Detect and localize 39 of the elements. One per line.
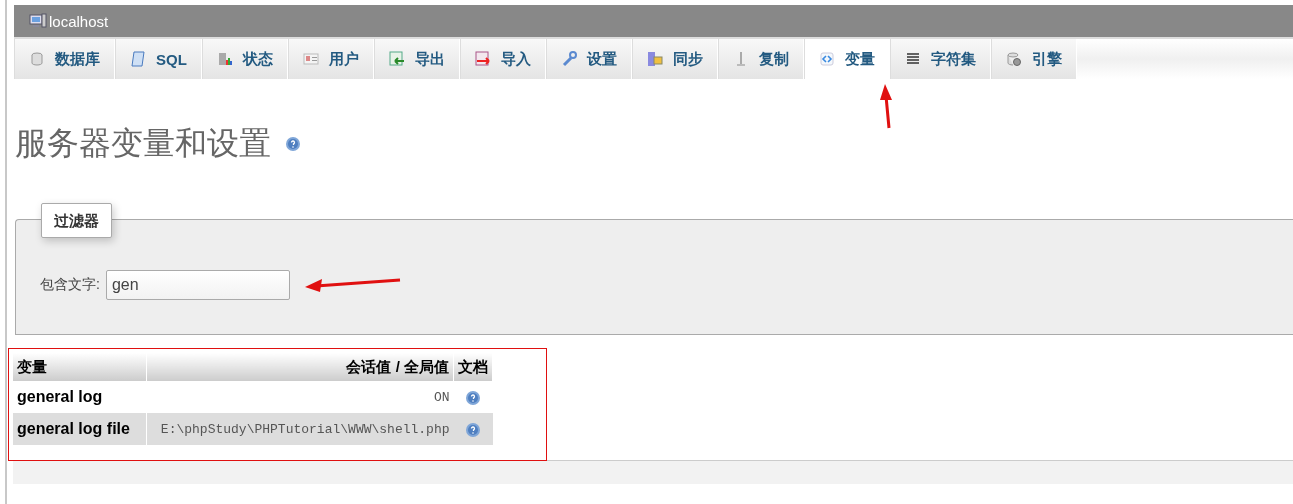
monitor-icon — [29, 13, 47, 29]
tab[interactable]: 变量 — [803, 39, 890, 79]
filter-legend: 过滤器 — [41, 203, 112, 238]
code-icon — [818, 51, 835, 67]
database-icon — [29, 51, 45, 67]
bar-chart-icon — [216, 51, 233, 67]
list-icon — [904, 51, 921, 67]
sync-icon — [646, 51, 663, 67]
variable-name: general log file — [13, 413, 147, 445]
scroll-icon — [130, 51, 146, 67]
tab[interactable]: SQL — [115, 39, 202, 79]
column-header[interactable]: 变量 — [13, 353, 147, 381]
page-heading: 服务器变量和设置 — [15, 124, 271, 163]
variable-value: E:\phpStudy\PHPTutorial\WWW\shell.php — [146, 413, 454, 445]
tab[interactable]: 用户 — [287, 39, 374, 79]
filter-input[interactable]: gen — [105, 270, 290, 300]
import-icon — [474, 51, 491, 67]
tab[interactable]: 导出 — [373, 39, 460, 79]
tab[interactable]: 导入 — [459, 39, 546, 79]
tab[interactable]: 字符集 — [889, 39, 991, 79]
tab[interactable]: 数据库 — [14, 39, 115, 79]
column-header[interactable]: 文档 — [453, 353, 493, 381]
help-icon[interactable] — [465, 421, 481, 438]
variable-name: general log — [13, 381, 147, 413]
tab[interactable]: 同步 — [631, 39, 718, 79]
column-header[interactable]: 会话值 / 全局值 — [146, 353, 454, 381]
server-title[interactable]: localhost — [49, 12, 109, 30]
help-icon[interactable] — [285, 136, 301, 152]
id-card-icon — [302, 51, 319, 67]
gear-icon — [1005, 51, 1022, 67]
export-icon — [388, 51, 405, 67]
filter-label: 包含文字: — [40, 276, 100, 294]
tab[interactable]: 设置 — [545, 39, 632, 79]
wrench-icon — [560, 51, 577, 67]
tab[interactable]: 引擎 — [990, 39, 1077, 79]
tab[interactable]: 状态 — [201, 39, 288, 79]
variable-value: ON — [146, 381, 454, 413]
tab[interactable]: 复制 — [717, 39, 804, 79]
help-icon[interactable] — [465, 389, 481, 406]
